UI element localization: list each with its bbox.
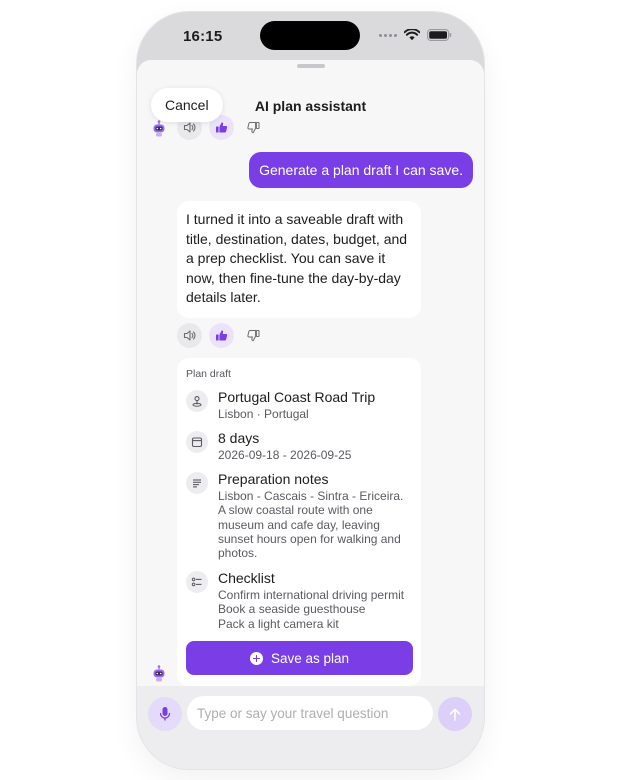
- speak-button[interactable]: [177, 323, 202, 348]
- plus-circle-icon: [249, 651, 263, 665]
- phone-frame: 16:15 Cancel AI plan assistant Generate …: [137, 12, 484, 769]
- sheet-title: AI plan assistant: [254, 98, 367, 114]
- assistant-avatar-icon: [153, 120, 165, 137]
- dynamic-island: [260, 21, 360, 50]
- voice-input-button[interactable]: [148, 697, 182, 731]
- assistant-message: I turned it into a saveable draft with t…: [177, 201, 421, 318]
- send-button[interactable]: [438, 697, 472, 731]
- thumbs-up-icon: [216, 330, 228, 341]
- thumbs-up-icon: [216, 122, 228, 133]
- plan-draft-card: Plan draft Portugal Coast Road Trip Lisb…: [177, 358, 421, 686]
- notes-heading: Preparation notes: [218, 471, 329, 487]
- status-bar: 16:15: [137, 12, 484, 64]
- wifi-icon: [404, 29, 420, 41]
- speaker-icon: [183, 122, 196, 133]
- plan-destination: Lisbon · Portugal: [218, 407, 309, 421]
- message-feedback-row: [177, 323, 266, 348]
- notes-text: Lisbon - Cascais - Sintra - Ericeira. A …: [218, 489, 404, 561]
- user-message: Generate a plan draft I can save.: [249, 152, 473, 188]
- map-pin-icon: [186, 390, 208, 412]
- thumbs-down-icon: [247, 122, 260, 134]
- notes-icon: [186, 472, 208, 494]
- assistant-avatar-icon: [153, 665, 165, 682]
- plan-duration: 8 days: [218, 430, 260, 446]
- thumbs-down-icon: [247, 330, 260, 342]
- draft-label: Plan draft: [186, 368, 231, 380]
- composer-bar: [137, 686, 484, 769]
- cellular-icon: [379, 33, 397, 37]
- save-button-label: Save as plan: [270, 650, 350, 666]
- draft-title-item: Portugal Coast Road Trip Lisbon · Portug…: [186, 389, 416, 421]
- draft-dates-item: 8 days 2026-09-18 - 2026-09-25: [186, 430, 416, 462]
- thumbs-down-button[interactable]: [241, 323, 266, 348]
- speaker-icon: [183, 330, 196, 341]
- plan-date-range: 2026-09-18 - 2026-09-25: [218, 448, 352, 462]
- draft-notes-item: Preparation notes Lisbon - Cascais - Sin…: [186, 471, 416, 560]
- thumbs-up-button[interactable]: [209, 323, 234, 348]
- battery-icon: [427, 29, 452, 41]
- checklist-heading: Checklist: [218, 570, 275, 586]
- thumbs-down-button[interactable]: [241, 115, 266, 140]
- message-input[interactable]: [187, 696, 433, 730]
- plan-title: Portugal Coast Road Trip: [218, 389, 376, 405]
- status-time: 16:15: [183, 28, 223, 45]
- checklist-icon: [186, 571, 208, 593]
- draft-checklist-item: Checklist Confirm international driving …: [186, 570, 416, 631]
- microphone-icon: [159, 707, 171, 721]
- status-icons: [379, 29, 452, 41]
- sheet-grabber[interactable]: [297, 64, 325, 68]
- arrow-up-icon: [449, 708, 461, 721]
- save-as-plan-button[interactable]: Save as plan: [186, 641, 413, 675]
- calendar-icon: [186, 431, 208, 453]
- assistant-sheet: Cancel AI plan assistant Generate a plan…: [137, 60, 484, 769]
- checklist-items: Confirm international driving permit Boo…: [218, 588, 405, 631]
